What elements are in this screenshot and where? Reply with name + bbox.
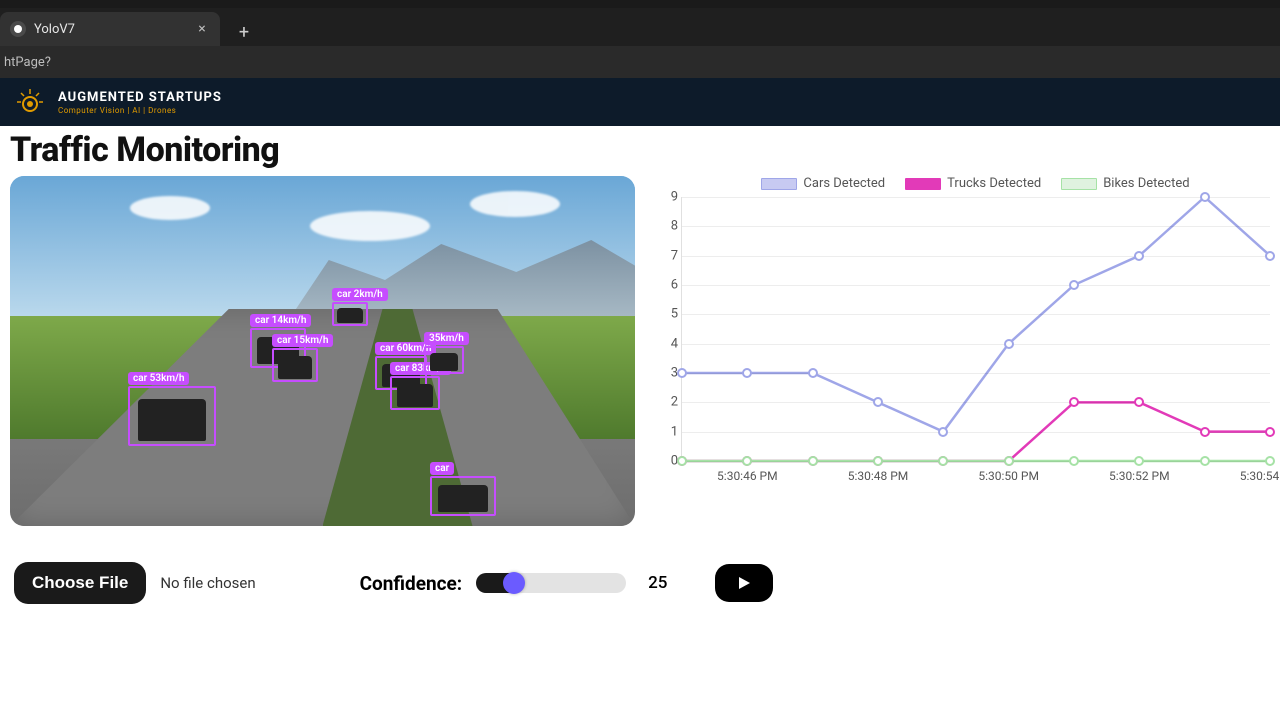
slider-thumb-icon[interactable] xyxy=(503,572,525,594)
chart-point xyxy=(1134,251,1144,261)
chart-point xyxy=(873,397,883,407)
y-tick-label: 0 xyxy=(658,454,678,469)
chart-point xyxy=(1069,397,1079,407)
chart-point xyxy=(1200,456,1210,466)
url-fragment: htPage? xyxy=(4,55,51,70)
y-tick-label: 1 xyxy=(658,424,678,439)
chart-point xyxy=(1200,427,1210,437)
browser-tab-active[interactable]: YoloV7 × xyxy=(0,12,220,46)
detection-label: car 53km/h xyxy=(128,372,189,385)
confidence-value: 25 xyxy=(648,573,667,593)
chart-legend: Cars Detected Trucks Detected Bikes Dete… xyxy=(681,176,1270,191)
brand-logo-icon xyxy=(14,86,46,118)
x-tick-label: 5:30:52 PM xyxy=(1109,469,1170,483)
tab-favicon-icon xyxy=(10,21,26,37)
chart-point xyxy=(1265,251,1275,261)
file-status-text: No file chosen xyxy=(160,574,255,592)
y-tick-label: 5 xyxy=(658,307,678,322)
detection-label: car 2km/h xyxy=(332,288,388,301)
legend-label: Trucks Detected xyxy=(947,176,1041,191)
chart-point xyxy=(1200,192,1210,202)
brand-text: AUGMENTED STARTUPS Computer Vision | AI … xyxy=(58,90,222,115)
chart-point xyxy=(808,456,818,466)
y-tick-label: 9 xyxy=(658,190,678,205)
detection-label: car 14km/h xyxy=(250,314,311,327)
y-tick-label: 6 xyxy=(658,278,678,293)
legend-swatch-icon xyxy=(761,178,797,190)
close-tab-icon[interactable]: × xyxy=(194,21,210,37)
legend-item-cars[interactable]: Cars Detected xyxy=(761,176,885,191)
choose-file-button[interactable]: Choose File xyxy=(14,562,146,604)
legend-label: Bikes Detected xyxy=(1103,176,1189,191)
chart-point xyxy=(1069,280,1079,290)
detection-label: 35km/h xyxy=(424,332,469,345)
y-tick-label: 2 xyxy=(658,395,678,410)
chart-point xyxy=(1004,339,1014,349)
os-top-bar xyxy=(0,0,1280,8)
chart-point xyxy=(873,456,883,466)
legend-swatch-icon xyxy=(1061,178,1097,190)
address-bar[interactable]: htPage? xyxy=(0,46,1280,78)
app-header: AUGMENTED STARTUPS Computer Vision | AI … xyxy=(0,78,1280,126)
browser-tab-strip: YoloV7 × + xyxy=(0,8,1280,46)
y-tick-label: 3 xyxy=(658,366,678,381)
controls-row: Choose File No file chosen Confidence: 2… xyxy=(10,526,1270,604)
detection-bbox: car 2km/h xyxy=(332,302,368,326)
legend-item-trucks[interactable]: Trucks Detected xyxy=(905,176,1041,191)
chart-plot-area: 01234567895:30:46 PM5:30:48 PM5:30:50 PM… xyxy=(681,197,1270,462)
brand-name: AUGMENTED STARTUPS xyxy=(58,90,222,105)
tab-title: YoloV7 xyxy=(34,22,75,37)
video-feed: car 53km/hcar 14km/hcar 15km/hcar 2km/hc… xyxy=(10,176,635,526)
chart-point xyxy=(1265,456,1275,466)
legend-label: Cars Detected xyxy=(803,176,885,191)
x-tick-label: 5:30:46 PM xyxy=(717,469,778,483)
detection-label: car 15km/h xyxy=(272,334,333,347)
chart-point xyxy=(1004,456,1014,466)
brand-subtitle: Computer Vision | AI | Drones xyxy=(58,106,222,115)
plus-icon: + xyxy=(239,22,249,43)
chart-point xyxy=(938,456,948,466)
chart-point xyxy=(1134,397,1144,407)
legend-swatch-icon xyxy=(905,178,941,190)
confidence-slider[interactable] xyxy=(476,573,626,593)
x-tick-label: 5:30:50 PM xyxy=(978,469,1039,483)
x-tick-label: 5:30:54 PM xyxy=(1240,469,1280,483)
chart-point xyxy=(938,427,948,437)
detection-bbox: car 83km/h xyxy=(390,376,440,410)
chart-point xyxy=(808,368,818,378)
chart-point xyxy=(677,456,687,466)
detection-label: car xyxy=(430,462,454,475)
new-tab-button[interactable]: + xyxy=(230,18,258,46)
y-tick-label: 4 xyxy=(658,336,678,351)
detection-bbox: car xyxy=(430,476,496,516)
legend-item-bikes[interactable]: Bikes Detected xyxy=(1061,176,1189,191)
chart-point xyxy=(1134,456,1144,466)
detections-chart: Cars Detected Trucks Detected Bikes Dete… xyxy=(653,176,1270,496)
confidence-label: Confidence: xyxy=(360,572,463,595)
chart-point xyxy=(742,368,752,378)
page-title: Traffic Monitoring xyxy=(10,130,1270,170)
x-tick-label: 5:30:48 PM xyxy=(848,469,909,483)
chart-point xyxy=(1265,427,1275,437)
play-button[interactable] xyxy=(715,564,773,602)
chart-point xyxy=(1069,456,1079,466)
play-icon xyxy=(736,575,752,591)
y-tick-label: 7 xyxy=(658,248,678,263)
detection-bbox: 35km/h xyxy=(424,346,464,374)
y-tick-label: 8 xyxy=(658,219,678,234)
chart-point xyxy=(677,368,687,378)
detection-bbox: car 15km/h xyxy=(272,348,318,382)
chart-point xyxy=(742,456,752,466)
detection-bbox: car 53km/h xyxy=(128,386,216,446)
